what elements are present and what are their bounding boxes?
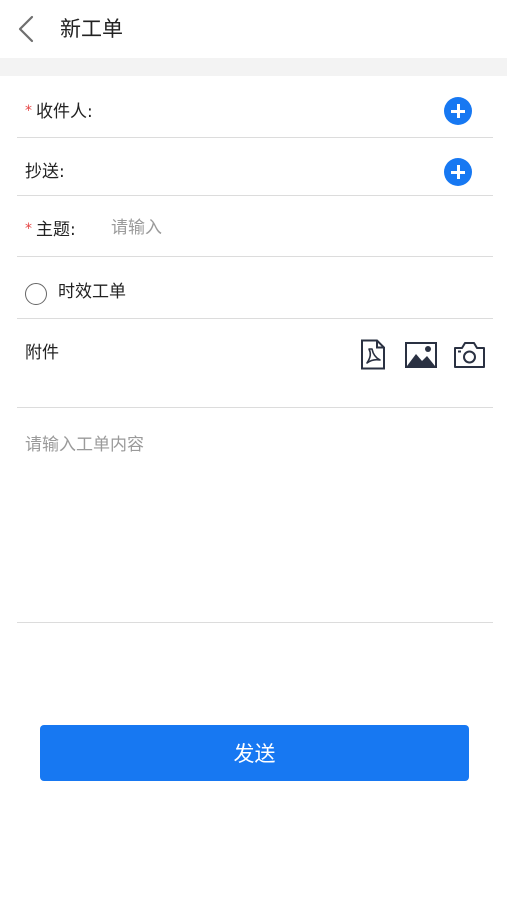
timely-ticket-row[interactable]: 时效工单 xyxy=(17,257,493,319)
cc-label: 抄送: xyxy=(25,162,65,182)
attachment-label: 附件 xyxy=(25,343,59,363)
section-gap xyxy=(0,58,507,76)
subject-row: * 主题: xyxy=(17,196,493,257)
add-recipient-button[interactable] xyxy=(444,97,472,125)
add-cc-button[interactable] xyxy=(444,158,472,186)
back-button[interactable] xyxy=(8,10,44,48)
timely-ticket-label: 时效工单 xyxy=(58,282,126,302)
subject-input[interactable] xyxy=(111,214,471,242)
cc-row: 抄送: xyxy=(17,138,493,196)
new-ticket-page: 新工单 *收件人: 抄送: *主题: 时效工单 附件 xyxy=(0,0,507,900)
required-mark: * xyxy=(25,103,32,119)
pdf-icon[interactable] xyxy=(360,339,386,370)
send-button[interactable]: 发送 xyxy=(40,725,469,781)
recipient-row: * 收件人: xyxy=(17,76,493,138)
required-mark: * xyxy=(25,221,32,237)
recipient-label: * 收件人: xyxy=(25,100,93,125)
recipient-label-text: 收件人: xyxy=(36,102,93,122)
image-icon[interactable] xyxy=(404,341,438,369)
timely-ticket-radio[interactable] xyxy=(25,283,47,305)
subject-label-text: 主题: xyxy=(36,220,76,240)
subject-label: * 主题: xyxy=(25,218,76,243)
header: 新工单 xyxy=(0,0,507,58)
camera-icon[interactable] xyxy=(453,341,486,369)
content-textarea[interactable] xyxy=(17,408,493,623)
page-title: 新工单 xyxy=(60,17,123,41)
chevron-left-icon xyxy=(18,15,34,43)
